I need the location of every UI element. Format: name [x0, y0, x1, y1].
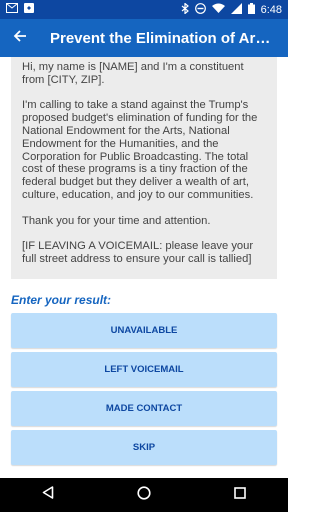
wifi-icon	[211, 3, 225, 16]
home-circle-icon	[137, 485, 151, 505]
script-paragraph: Hi, my name is [NAME] and I'm a constitu…	[22, 61, 244, 86]
status-bar: 6:48	[0, 0, 288, 19]
nav-recents-button[interactable]	[220, 478, 260, 512]
dnd-icon	[194, 2, 206, 17]
nav-bar	[0, 478, 288, 512]
unavailable-button[interactable]: UNAVAILABLE	[11, 313, 277, 348]
app-bar: Prevent the Elimination of Arts a...	[0, 19, 288, 57]
script-paragraph: [IF LEAVING A VOICEMAIL: please leave yo…	[22, 240, 254, 265]
call-script: Hi, my name is [NAME] and I'm a constitu…	[11, 57, 277, 279]
status-time: 6:48	[260, 3, 282, 16]
notification-icon	[24, 3, 34, 16]
email-icon	[6, 3, 18, 16]
result-label: Enter your result:	[11, 293, 112, 307]
recents-square-icon	[234, 486, 246, 504]
bluetooth-icon	[181, 1, 189, 17]
script-paragraph: Thank you for your time and attention.	[22, 214, 211, 227]
arrow-back-icon	[13, 29, 27, 48]
status-left	[6, 3, 34, 16]
page-title: Prevent the Elimination of Arts a...	[50, 29, 272, 47]
back-button[interactable]	[0, 19, 40, 57]
signal-icon	[230, 2, 242, 17]
status-right: 6:48	[181, 1, 282, 17]
battery-icon	[247, 2, 255, 17]
back-triangle-icon	[42, 486, 54, 504]
script-paragraph: I'm calling to take a stand against the …	[22, 99, 258, 201]
left-voicemail-button[interactable]: LEFT VOICEMAIL	[11, 352, 277, 387]
made-contact-button[interactable]: MADE CONTACT	[11, 391, 277, 426]
nav-home-button[interactable]	[124, 478, 164, 512]
skip-button[interactable]: SKIP	[11, 430, 277, 465]
nav-back-button[interactable]	[28, 478, 68, 512]
